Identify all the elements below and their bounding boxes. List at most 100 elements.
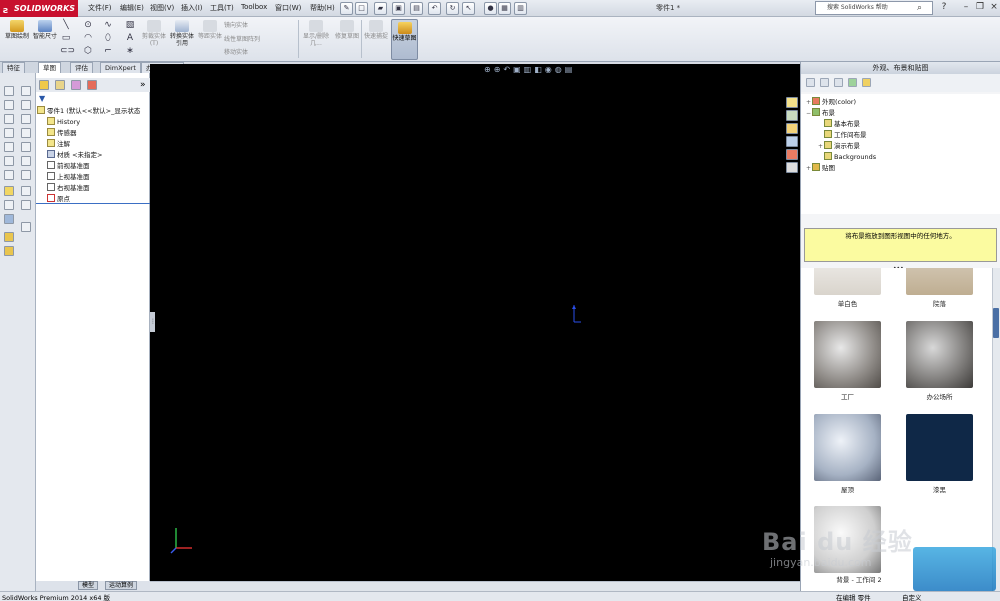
property-manager-tab-icon[interactable] — [55, 80, 65, 90]
solidworks-logo[interactable]: ƨ SOLIDWORKS — [0, 0, 78, 17]
minimize-icon[interactable]: – — [960, 1, 972, 13]
tree-root-part[interactable]: 零件1 (默认<<默认>_显示状态 — [37, 106, 140, 117]
linear-pattern-button[interactable]: 线性草图阵列 — [224, 34, 260, 43]
menu-file[interactable]: 文件(F) — [88, 3, 112, 13]
tab-motion-study[interactable]: 运动算例 — [105, 581, 138, 590]
sketch-button[interactable]: 草图绘制 — [3, 20, 31, 40]
strip-icon-12[interactable] — [21, 156, 31, 166]
scene-thumb-factory[interactable] — [814, 321, 881, 388]
graphics-area[interactable] — [150, 64, 800, 581]
display-delete-relations-button[interactable]: 显示/删除几... — [302, 20, 330, 47]
tree-item-material[interactable]: 材质 <未指定> — [47, 150, 102, 161]
gallery-scroll-thumb[interactable] — [993, 308, 999, 338]
tree-backgrounds[interactable]: Backgrounds — [818, 152, 876, 163]
restore-icon[interactable]: ❐ — [974, 1, 986, 13]
rectangle-icon[interactable]: ▭ — [60, 33, 72, 43]
grid-icon[interactable]: ▧ — [124, 20, 136, 30]
new-document-icon[interactable]: □ — [355, 2, 368, 15]
strip-icon-11[interactable] — [4, 156, 14, 166]
search-icon[interactable]: ⌕ — [917, 2, 922, 14]
menu-window[interactable]: 窗口(W) — [275, 3, 301, 13]
menu-toolbox[interactable]: Toolbox — [241, 3, 267, 11]
tab-features[interactable]: 特征 — [2, 62, 25, 73]
sketch-edit-icon[interactable] — [4, 186, 14, 196]
move-entities-button[interactable]: 移动实体 — [224, 47, 248, 56]
filter-icon[interactable]: ▼ — [39, 94, 45, 103]
strip-icon-19[interactable] — [21, 222, 31, 232]
strip-icon-20[interactable] — [4, 232, 14, 242]
polygon-icon[interactable]: ⬡ — [82, 46, 94, 56]
menu-tools[interactable]: 工具(T) — [210, 3, 234, 13]
view-palette-icon[interactable] — [786, 136, 798, 147]
slot-icon[interactable]: ⊂⊃ — [60, 46, 75, 56]
strip-icon-21[interactable] — [4, 246, 14, 256]
rollback-bar[interactable] — [36, 203, 150, 204]
tree-basic-scenes[interactable]: 基本布景 — [818, 119, 860, 130]
zoom-to-fit-icon[interactable]: ⊕ — [484, 65, 494, 74]
strip-icon-14[interactable] — [21, 170, 31, 180]
horizontal-scrollbar[interactable] — [150, 581, 800, 591]
scene-thumb-courtyard[interactable] — [906, 268, 973, 295]
close-icon[interactable]: × — [988, 1, 1000, 13]
configuration-manager-tab-icon[interactable] — [71, 80, 81, 90]
convert-entities-button[interactable]: 转换实体引用 — [168, 20, 196, 47]
strip-icon-5[interactable] — [4, 114, 14, 124]
pin-icon[interactable]: ✎ — [340, 2, 353, 15]
hide-show-icon[interactable]: ◉ — [545, 65, 555, 74]
file-explorer-icon[interactable] — [786, 123, 798, 134]
quick-sketch-button[interactable]: 快速草图 — [391, 19, 418, 60]
appearance-icon[interactable]: ◍ — [555, 65, 565, 74]
strip-icon-17[interactable] — [21, 200, 31, 210]
spline-icon[interactable]: ∿ — [102, 20, 114, 30]
scene-thumb-plain-white[interactable] — [814, 268, 881, 295]
refresh-icon[interactable] — [848, 78, 857, 87]
scene-icon[interactable]: ▤ — [565, 65, 576, 74]
design-library-icon[interactable] — [786, 110, 798, 121]
status-customize[interactable]: 自定义 — [902, 592, 922, 601]
add-to-library-icon[interactable] — [862, 78, 871, 87]
tree-appearances[interactable]: + 外观(color) — [806, 97, 856, 109]
text-icon[interactable]: A — [124, 33, 136, 43]
strip-icon-8[interactable] — [21, 128, 31, 138]
trim-entities-button[interactable]: 剪裁实体(T) — [140, 20, 168, 47]
tree-item-annotations[interactable]: 注解 — [47, 139, 70, 150]
point-icon[interactable]: ∗ — [124, 46, 136, 56]
select-pointer-icon[interactable]: ↖ — [462, 2, 475, 15]
back-icon[interactable] — [806, 78, 815, 87]
solidworks-resources-icon[interactable] — [786, 97, 798, 108]
tab-sketch[interactable]: 草图 — [38, 62, 61, 73]
expand-arrows-icon[interactable]: » — [140, 80, 146, 90]
strip-icon-18[interactable] — [4, 214, 14, 224]
strip-icon-1[interactable] — [4, 86, 14, 96]
menu-insert[interactable]: 插入(I) — [181, 3, 203, 13]
help-question-icon[interactable]: ? — [938, 1, 950, 13]
smart-dimension-button[interactable]: 智能尺寸 — [31, 20, 59, 40]
appearances-scenes-icon[interactable] — [786, 149, 798, 160]
zoom-area-icon[interactable]: ⊕ — [494, 65, 504, 74]
section-view-icon[interactable]: ▣ — [513, 65, 524, 74]
rapid-snaps-button[interactable]: 快速捕捉 — [362, 20, 390, 40]
tree-item-top-plane[interactable]: 上视基准面 — [47, 172, 90, 183]
file-properties-icon[interactable]: ▦ — [498, 2, 511, 15]
tab-evaluate[interactable]: 评估 — [70, 62, 93, 73]
options-icon[interactable]: ▥ — [514, 2, 527, 15]
traffic-light-icon[interactable]: ● — [484, 2, 497, 15]
tree-presentation-scenes[interactable]: + 演示布景 — [818, 141, 860, 153]
ellipse-icon[interactable]: ⬯ — [102, 33, 114, 43]
heads-up-view-toolbar[interactable]: ⊕⊕↶▣▥◧◉◍▤ — [484, 65, 664, 77]
line-icon[interactable]: ╲ — [60, 20, 72, 30]
tree-item-front-plane[interactable]: 前视基准面 — [47, 161, 90, 172]
tree-scenes[interactable]: − 布景 — [806, 108, 835, 120]
display-manager-tab-icon[interactable] — [87, 80, 97, 90]
print-icon[interactable]: ▤ — [410, 2, 423, 15]
menu-edit[interactable]: 编辑(E) — [120, 3, 144, 13]
strip-icon-6[interactable] — [21, 114, 31, 124]
tree-studio-scenes[interactable]: 工作间布景 — [818, 130, 867, 141]
fillet-icon[interactable]: ⌐ — [102, 46, 114, 56]
tree-item-sensors[interactable]: 传感器 — [47, 128, 77, 139]
forward-icon[interactable] — [820, 78, 829, 87]
strip-icon-10[interactable] — [21, 142, 31, 152]
scene-thumb-rooftop[interactable] — [814, 414, 881, 481]
scene-thumb-pitch-black[interactable] — [906, 414, 973, 481]
tab-model[interactable]: 模型 — [78, 581, 99, 590]
